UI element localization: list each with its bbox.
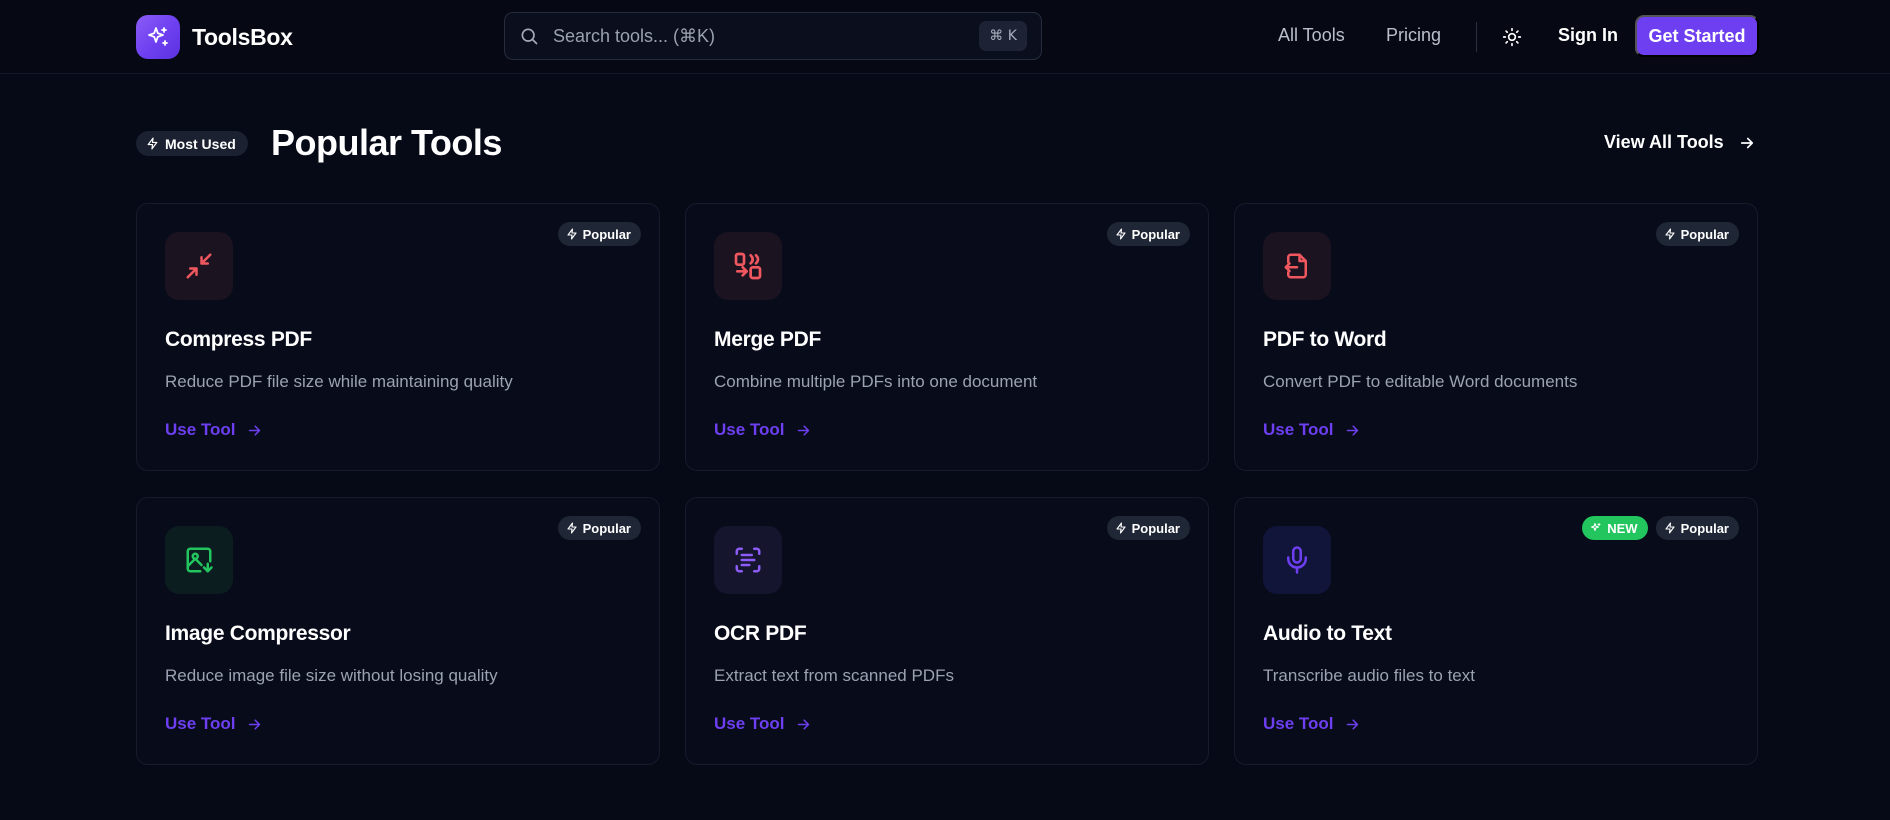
nav-all-tools-link[interactable]: All Tools — [1278, 25, 1345, 46]
get-started-button[interactable]: Get Started — [1635, 15, 1759, 57]
sparkles-icon — [1591, 522, 1601, 532]
use-tool-label: Use Tool — [714, 420, 785, 439]
arrow-right-icon — [797, 424, 809, 436]
arrow-right-icon — [1346, 718, 1358, 730]
use-tool-label: Use Tool — [1263, 420, 1334, 439]
sparkles-logo-icon — [136, 15, 180, 59]
lightning-icon — [1116, 522, 1126, 534]
arrow-right-icon — [248, 718, 260, 730]
shortcut-badge: ⌘ K — [979, 21, 1027, 51]
tool-description: Reduce PDF file size while maintaining q… — [165, 372, 513, 391]
arrow-right-icon — [1346, 424, 1358, 436]
tool-description: Reduce image file size without losing qu… — [165, 666, 498, 685]
tool-description: Combine multiple PDFs into one document — [714, 372, 1038, 391]
lightning-icon — [1116, 228, 1126, 240]
image-download-icon — [165, 526, 233, 594]
use-tool-link[interactable]: Use Tool — [165, 714, 263, 734]
new-label: NEW — [1607, 520, 1638, 536]
file-convert-icon — [1263, 232, 1331, 300]
popular-badge: Popular — [1655, 222, 1739, 246]
popular-label: Popular — [582, 520, 631, 536]
popular-label: Popular — [1131, 520, 1180, 536]
view-all-label: View All Tools — [1604, 132, 1724, 152]
tool-description: Transcribe audio files to text — [1263, 666, 1475, 685]
popular-label: Popular — [1680, 226, 1729, 242]
microphone-icon — [1263, 526, 1331, 594]
tool-card-compress-pdf[interactable]: Popular Compress PDF Reduce PDF file siz… — [136, 203, 660, 471]
search-icon — [519, 26, 539, 46]
arrow-right-icon — [248, 424, 260, 436]
use-tool-link[interactable]: Use Tool — [714, 714, 812, 734]
sign-in-link[interactable]: Sign In — [1558, 25, 1618, 46]
search-placeholder: Search tools... (⌘K) — [553, 25, 716, 46]
use-tool-link[interactable]: Use Tool — [714, 420, 812, 440]
popular-badge: Popular — [557, 516, 641, 540]
use-tool-label: Use Tool — [1263, 714, 1334, 733]
popular-badge: Popular — [1655, 516, 1739, 540]
use-tool-label: Use Tool — [165, 714, 236, 733]
nav-pricing-link[interactable]: Pricing — [1386, 25, 1441, 46]
arrow-right-icon — [1740, 137, 1753, 148]
popular-label: Popular — [1680, 520, 1729, 536]
use-tool-link[interactable]: Use Tool — [1263, 714, 1361, 734]
tool-card-pdf-to-word[interactable]: Popular PDF to Word Convert PDF to edita… — [1234, 203, 1758, 471]
tool-card-image-compressor[interactable]: Popular Image Compressor Reduce image fi… — [136, 497, 660, 765]
lightning-icon — [567, 522, 577, 534]
use-tool-link[interactable]: Use Tool — [165, 420, 263, 440]
tool-title: PDF to Word — [1263, 328, 1387, 351]
lightning-icon — [1665, 522, 1675, 534]
arrow-right-icon — [797, 718, 809, 730]
popular-badge: Popular — [1106, 516, 1190, 540]
compress-icon — [165, 232, 233, 300]
lightning-icon — [1665, 228, 1675, 240]
tool-title: Compress PDF — [165, 328, 312, 351]
tool-card-audio-to-text[interactable]: NEW Popular Audio to Text Transcribe aud… — [1234, 497, 1758, 765]
tool-title: Image Compressor — [165, 622, 351, 645]
brand-name: ToolsBox — [192, 23, 293, 50]
popular-label: Popular — [1131, 226, 1180, 242]
merge-icon — [714, 232, 782, 300]
use-tool-link[interactable]: Use Tool — [1263, 420, 1361, 440]
section-title: Popular Tools — [271, 122, 502, 163]
tool-title: OCR PDF — [714, 622, 807, 645]
search-input[interactable]: Search tools... (⌘K) ⌘ K — [504, 12, 1042, 60]
nav-divider — [1476, 22, 1477, 52]
popular-badge: Popular — [557, 222, 641, 246]
tool-card-merge-pdf[interactable]: Popular Merge PDF Combine multiple PDFs … — [685, 203, 1209, 471]
top-navigation-bar: ToolsBox Search tools... (⌘K) ⌘ K All To… — [0, 0, 1890, 74]
lightning-icon — [567, 228, 577, 240]
tool-title: Merge PDF — [714, 328, 821, 351]
most-used-badge: Most Used — [136, 131, 248, 156]
tool-description: Convert PDF to editable Word documents — [1263, 372, 1578, 391]
lightning-icon — [147, 137, 158, 150]
tool-description: Extract text from scanned PDFs — [714, 666, 954, 685]
popular-badge: Popular — [1106, 222, 1190, 246]
tool-title: Audio to Text — [1263, 622, 1392, 645]
new-badge: NEW — [1582, 516, 1648, 540]
use-tool-label: Use Tool — [165, 420, 236, 439]
use-tool-label: Use Tool — [714, 714, 785, 733]
scan-text-icon — [714, 526, 782, 594]
most-used-label: Most Used — [165, 135, 236, 152]
sun-icon[interactable] — [1500, 25, 1524, 49]
brand-link[interactable]: ToolsBox — [136, 15, 293, 59]
view-all-tools-link[interactable]: View All Tools — [1604, 132, 1756, 153]
popular-label: Popular — [582, 226, 631, 242]
tool-card-ocr-pdf[interactable]: Popular OCR PDF Extract text from scanne… — [685, 497, 1209, 765]
